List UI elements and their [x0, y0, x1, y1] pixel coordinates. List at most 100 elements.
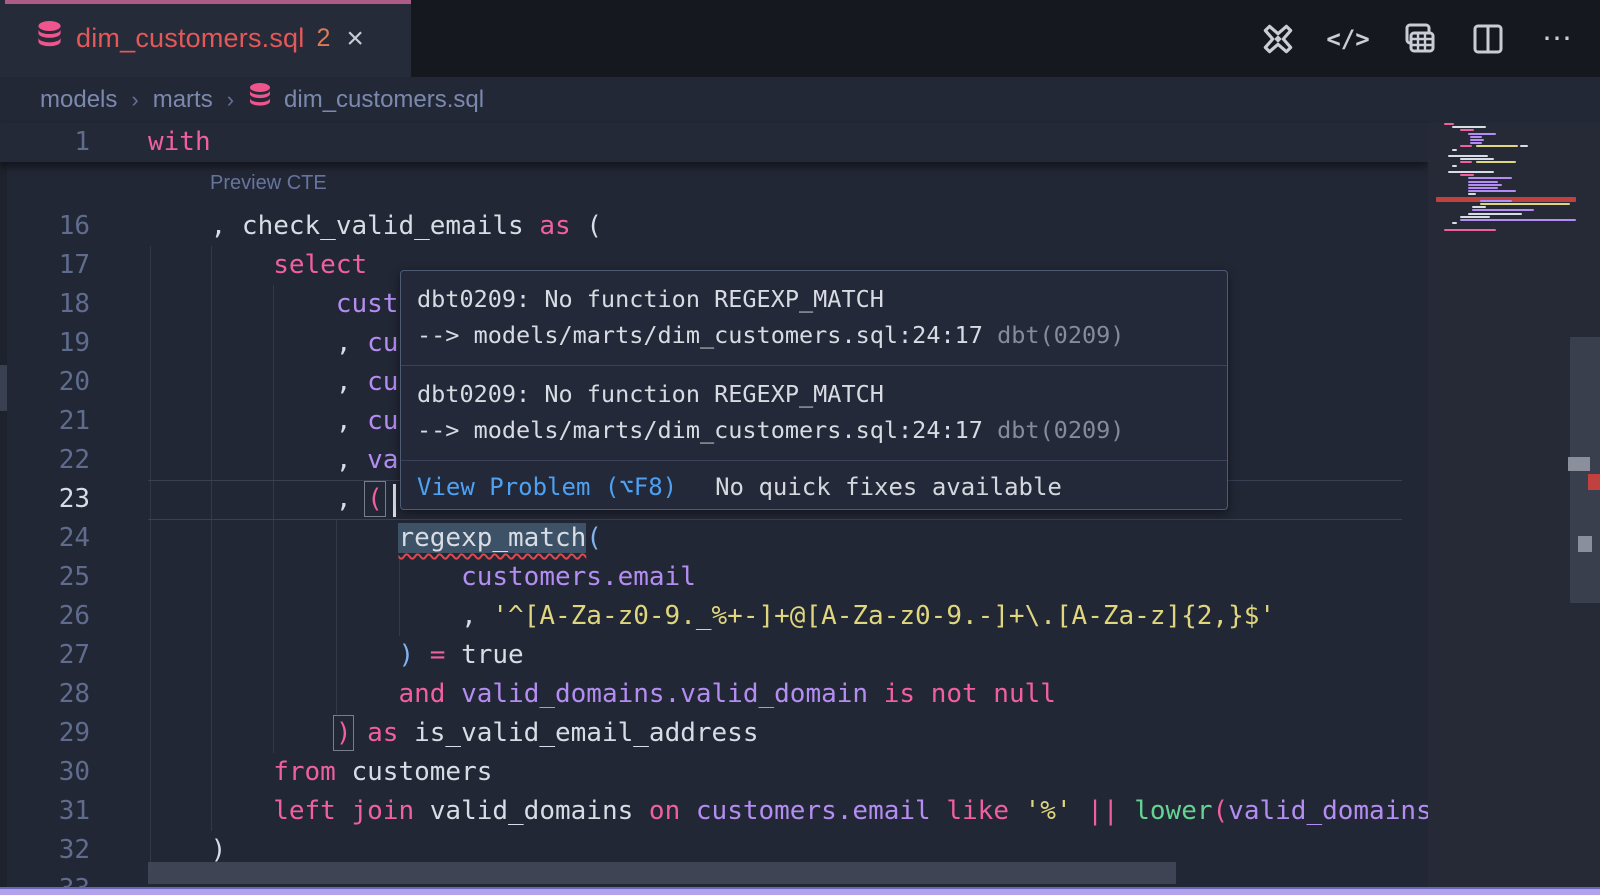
minimap-line — [1480, 203, 1570, 205]
code-token: , check_valid_emails — [211, 211, 540, 241]
minimap-line — [1470, 136, 1482, 138]
code-line-26[interactable]: , '^[A-Za-z0-9._%+-]+@[A-Za-z0-9.-]+\.[A… — [148, 597, 1275, 636]
split-editor-icon[interactable] — [1468, 19, 1508, 59]
minimap-line — [1468, 187, 1498, 189]
dbt-logo-icon[interactable] — [1258, 19, 1298, 59]
breadcrumb-file[interactable]: dim_customers.sql — [284, 86, 484, 114]
minimap-line — [1460, 219, 1576, 221]
code-line-20[interactable]: , cu — [148, 363, 398, 402]
breadcrumb-marts[interactable]: marts — [153, 86, 213, 114]
minimap-line — [1470, 139, 1484, 141]
query-results-icon[interactable] — [1398, 19, 1438, 59]
minimap-line — [1476, 145, 1518, 147]
horizontal-scrollbar-thumb[interactable] — [148, 862, 1176, 884]
code-token: , — [461, 601, 492, 631]
code-line-27[interactable]: ) = true — [148, 636, 524, 675]
code-line-24[interactable]: regexp_match( — [148, 519, 602, 558]
code-line-28[interactable]: and valid_domains.valid_domain is not nu… — [148, 675, 1056, 714]
code-token: '%' — [1025, 796, 1072, 826]
minimap-line — [1460, 161, 1472, 163]
editor-actions: </> ⋯ — [1258, 0, 1578, 77]
line-number: 18 — [0, 285, 90, 324]
code-token: is_valid_email_address — [414, 718, 758, 748]
minimap-line — [1468, 133, 1496, 135]
minimap-line — [1468, 213, 1522, 215]
code-token: regexp_match — [398, 523, 586, 553]
minimap-line — [1452, 149, 1457, 151]
code-icon[interactable]: </> — [1328, 19, 1368, 59]
code-line-23[interactable]: , ( — [148, 480, 383, 519]
code-line-21[interactable]: , cu — [148, 402, 398, 441]
close-icon[interactable]: × — [346, 24, 364, 54]
code-line-18[interactable]: cust — [148, 285, 398, 324]
code-token: on — [649, 796, 680, 826]
code-token: ( — [367, 484, 383, 514]
line-number: 23 — [0, 480, 90, 519]
minimap[interactable] — [1428, 123, 1600, 895]
code-token: as — [367, 718, 398, 748]
code-token: , — [336, 328, 367, 358]
code-token: cu — [367, 406, 398, 436]
minimap-line — [1468, 184, 1502, 186]
code-token: '^[A-Za-z0-9._%+-]+@[A-Za-z0-9.-]+\.[A-Z… — [492, 601, 1275, 631]
code-line-16[interactable]: , check_valid_emails as ( — [148, 207, 602, 246]
code-line-19[interactable]: , cu — [148, 324, 398, 363]
code-token — [398, 718, 414, 748]
code-token — [445, 640, 461, 670]
code-token: ) — [211, 835, 227, 865]
code-token — [336, 757, 352, 787]
code-line-17[interactable]: select — [148, 246, 367, 285]
database-icon — [36, 21, 63, 56]
code-token: customers — [352, 757, 493, 787]
code-token: like — [946, 796, 1009, 826]
code-token: ) — [398, 640, 414, 670]
minimap-line — [1452, 126, 1486, 128]
minimap-line — [1460, 216, 1490, 218]
line-number: 25 — [0, 558, 90, 597]
minimap-line — [1520, 145, 1528, 147]
code-line-22[interactable]: , va — [148, 441, 398, 480]
database-icon — [248, 83, 272, 117]
code-token: customers.email — [696, 796, 931, 826]
line-number: 26 — [0, 597, 90, 636]
code-line-31[interactable]: left join valid_domains on customers.ema… — [148, 792, 1432, 831]
view-problem-link[interactable]: View Problem (⌥F8) — [417, 473, 677, 501]
minimap-line — [1476, 161, 1516, 163]
breadcrumb-models[interactable]: models — [40, 86, 117, 114]
more-actions-icon[interactable]: ⋯ — [1538, 19, 1578, 59]
hover-error: dbt0209: No function REGEXP_MATCH --> mo… — [401, 366, 1227, 461]
chevron-right-icon: › — [131, 87, 138, 113]
minimap-line — [1460, 145, 1472, 147]
error-hover-tooltip: dbt0209: No function REGEXP_MATCH --> mo… — [400, 270, 1228, 510]
minimap-line — [1470, 142, 1482, 144]
minimap-line — [1444, 123, 1454, 125]
line-number: 30 — [0, 753, 90, 792]
minimap-line — [1468, 190, 1516, 192]
code-token: cu — [367, 367, 398, 397]
code-token: valid_domains — [1228, 796, 1432, 826]
tab-bar: dim_customers.sql 2 × </> ⋯ — [0, 0, 1600, 77]
minimap-line — [1444, 229, 1496, 231]
line-number: 28 — [0, 675, 90, 714]
code-token — [931, 796, 947, 826]
line-number: 22 — [0, 441, 90, 480]
code-token — [680, 796, 696, 826]
code-token: ) — [336, 718, 352, 748]
code-line-25[interactable]: customers.email — [148, 558, 696, 597]
code-line-29[interactable]: ) as is_valid_email_address — [148, 714, 758, 753]
codelens-preview-cte[interactable]: Preview CTE — [210, 172, 327, 195]
tab-dim-customers[interactable]: dim_customers.sql 2 × — [0, 0, 411, 77]
sticky-code-text: with — [148, 123, 211, 162]
tab-problems-badge: 2 — [316, 24, 330, 53]
code-token — [414, 796, 430, 826]
sticky-scroll-row[interactable]: 1 with — [0, 123, 1428, 162]
breadcrumb: models › marts › dim_customers.sql — [0, 77, 1600, 123]
code-line-30[interactable]: from customers — [148, 753, 492, 792]
code-token: customers.email — [461, 562, 696, 592]
code-token — [868, 679, 884, 709]
code-token: ( — [1213, 796, 1229, 826]
code-token — [633, 796, 649, 826]
minimap-line — [1468, 181, 1498, 183]
active-tab-accent — [5, 0, 411, 4]
code-editor[interactable]: 161718192021222324252627282930313233 , c… — [0, 123, 1600, 895]
